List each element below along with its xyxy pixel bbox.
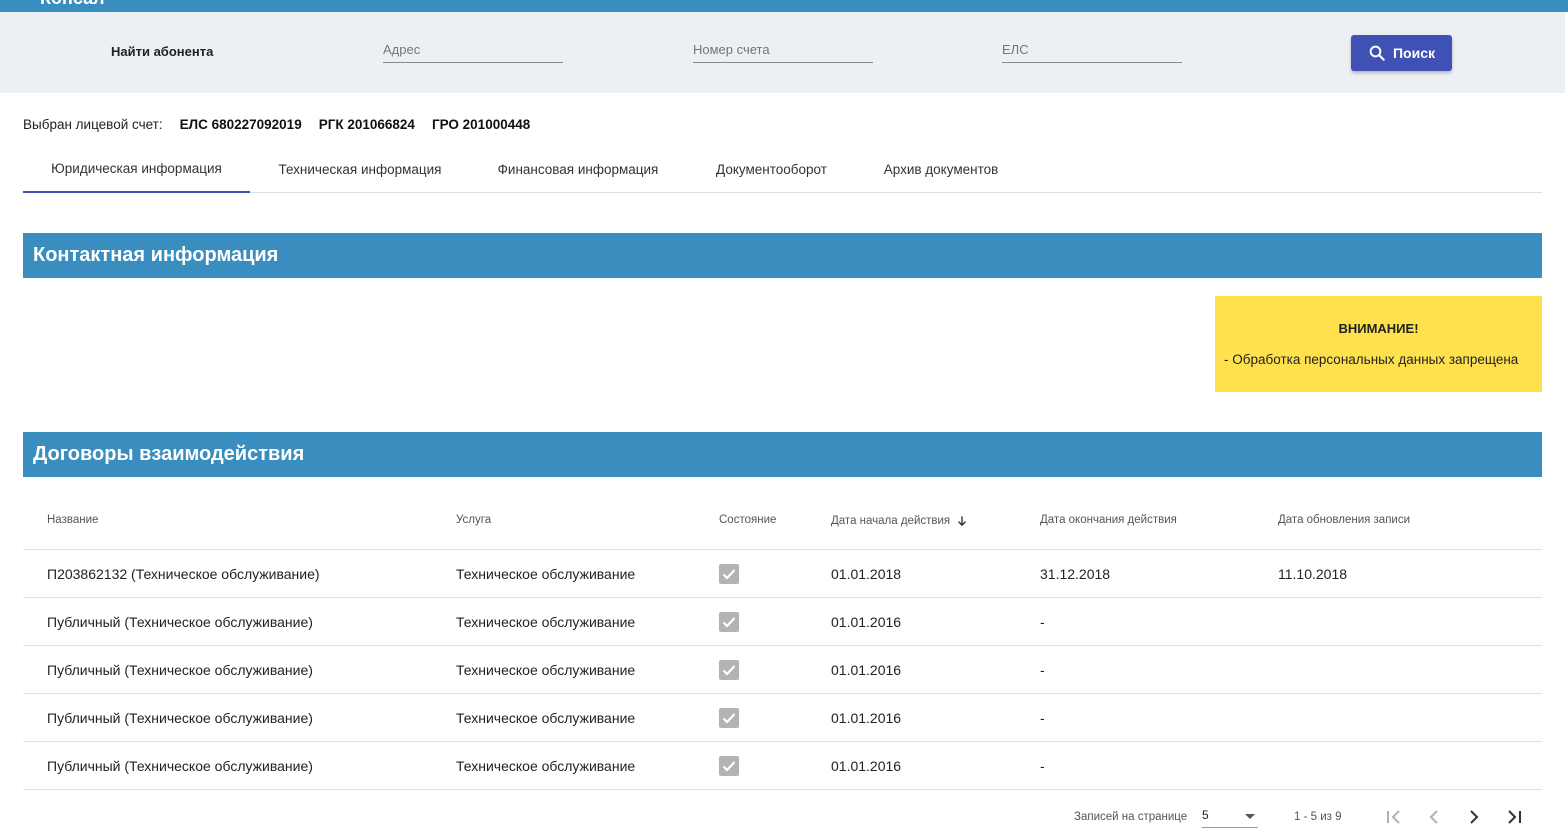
cell-name: П203862132 (Техническое обслуживание) — [47, 566, 320, 582]
checkbox-checked-icon — [719, 612, 739, 632]
column-header-end-date[interactable]: Дата окончания действия — [1040, 514, 1177, 526]
first-page-button[interactable] — [1382, 805, 1406, 829]
table-header: Название Услуга Состояние Дата начала де… — [23, 497, 1542, 550]
checkbox-checked-icon — [719, 564, 739, 584]
tab-technical-info[interactable]: Техническая информация — [250, 146, 470, 192]
cell-service: Техническое обслуживание — [456, 758, 636, 774]
search-button[interactable]: Поиск — [1351, 35, 1452, 71]
cell-service: Техническое обслуживание — [456, 614, 636, 630]
cell-start-date: 01.01.2016 — [831, 614, 902, 630]
dropdown-caret-icon — [1245, 814, 1255, 819]
selected-account-label: Выбран лицевой счет: — [23, 117, 163, 132]
warning-box: ВНИМАНИЕ! - Обработка персональных данны… — [1215, 296, 1542, 392]
cell-name: Публичный (Техническое обслуживание) — [47, 710, 313, 726]
search-label: Найти абонента — [111, 44, 214, 59]
column-header-start-date-label: Дата начала действия — [831, 515, 951, 527]
top-app-bar: Консал — [0, 0, 1568, 12]
cell-updated-date: 11.10.2018 — [1278, 566, 1348, 582]
search-icon — [1369, 45, 1385, 61]
account-number-field — [693, 40, 873, 63]
cell-start-date: 01.01.2016 — [831, 662, 902, 678]
checkbox-checked-icon — [719, 660, 739, 680]
column-header-start-date[interactable]: Дата начала действия — [831, 514, 969, 528]
last-page-icon — [1508, 810, 1521, 824]
els-field — [1002, 40, 1182, 63]
cell-start-date: 01.01.2018 — [831, 566, 902, 582]
cell-end-date: - — [1040, 710, 1045, 726]
paginator: Записей на странице 5 1 - 5 из 9 — [0, 800, 1568, 835]
contracts-section-title: Договоры взаимодействия — [33, 443, 305, 465]
cell-end-date: - — [1040, 614, 1045, 630]
contact-section-header: Контактная информация — [23, 233, 1542, 278]
column-header-name[interactable]: Название — [47, 514, 98, 526]
selected-rgk: РГК 201066824 — [318, 117, 415, 132]
cell-name: Публичный (Техническое обслуживание) — [47, 614, 313, 630]
chevron-right-icon — [1470, 810, 1479, 824]
tab-document-archive[interactable]: Архив документов — [857, 146, 1025, 192]
table-row[interactable]: Публичный (Техническое обслуживание) Тех… — [23, 646, 1542, 694]
page-size-select[interactable]: 5 — [1202, 808, 1258, 828]
column-header-updated-date[interactable]: Дата обновления записи — [1278, 514, 1410, 526]
warning-title: ВНИМАНИЕ! — [1338, 321, 1419, 336]
els-input[interactable] — [1002, 40, 1182, 58]
chevron-left-icon — [1429, 810, 1438, 824]
page-range: 1 - 5 из 9 — [1294, 811, 1342, 823]
table-row[interactable]: Публичный (Техническое обслуживание) Тех… — [23, 598, 1542, 646]
tab-document-flow[interactable]: Документооборот — [686, 146, 857, 192]
checkbox-checked-icon — [719, 708, 739, 728]
cell-end-date: - — [1040, 758, 1045, 774]
address-field — [383, 40, 563, 63]
page-size-label: Записей на странице — [1074, 811, 1188, 823]
cell-start-date: 01.01.2016 — [831, 710, 902, 726]
last-page-button[interactable] — [1502, 805, 1526, 829]
cell-end-date: 31.12.2018 — [1040, 566, 1111, 582]
table-row[interactable]: Публичный (Техническое обслуживание) Тех… — [23, 694, 1542, 742]
first-page-icon — [1387, 810, 1400, 824]
cell-service: Техническое обслуживание — [456, 662, 636, 678]
table-row[interactable]: П203862132 (Техническое обслуживание) Те… — [23, 550, 1542, 598]
cell-start-date: 01.01.2016 — [831, 758, 902, 774]
cell-service: Техническое обслуживание — [456, 566, 636, 582]
warning-text: - Обработка персональных данных запрещен… — [1224, 352, 1519, 367]
account-number-input[interactable] — [693, 40, 873, 58]
search-bar: Найти абонента Поиск — [0, 12, 1565, 93]
address-input[interactable] — [383, 40, 563, 58]
contracts-table: Название Услуга Состояние Дата начала де… — [23, 497, 1542, 790]
page-size-value: 5 — [1202, 808, 1209, 822]
search-button-label: Поиск — [1392, 45, 1435, 61]
previous-page-button[interactable] — [1422, 805, 1446, 829]
table-row[interactable]: Публичный (Техническое обслуживание) Тех… — [23, 742, 1542, 790]
selected-gro: ГРО 201000448 — [431, 117, 531, 132]
column-header-status[interactable]: Состояние — [719, 514, 776, 526]
info-tabs: Юридическая информация Техническая инфор… — [23, 146, 1542, 193]
checkbox-checked-icon — [719, 756, 739, 776]
contracts-section-header: Договоры взаимодействия — [23, 432, 1542, 477]
app-brand: Консал — [40, 0, 105, 9]
selected-els: ЕЛС 680227092019 — [179, 117, 302, 132]
cell-name: Публичный (Техническое обслуживание) — [47, 662, 313, 678]
cell-service: Техническое обслуживание — [456, 710, 636, 726]
tab-legal-info[interactable]: Юридическая информация — [23, 146, 250, 193]
contact-section-title: Контактная информация — [33, 244, 279, 266]
column-header-service[interactable]: Услуга — [456, 514, 491, 526]
cell-end-date: - — [1040, 662, 1045, 678]
next-page-button[interactable] — [1462, 805, 1486, 829]
tab-financial-info[interactable]: Финансовая информация — [470, 146, 686, 192]
selected-account: Выбран лицевой счет: ЕЛС 680227092019 РГ… — [23, 117, 547, 132]
cell-name: Публичный (Техническое обслуживание) — [47, 758, 313, 774]
arrow-down-icon — [958, 516, 967, 527]
